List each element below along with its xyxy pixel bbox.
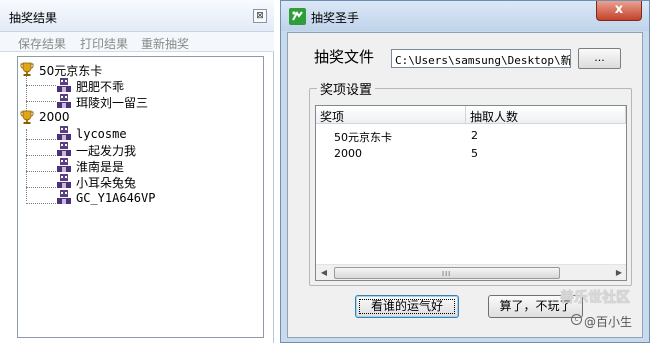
focus-ring <box>359 299 455 314</box>
count-cell[interactable]: 2 <box>471 129 478 142</box>
tree-connector <box>26 139 56 140</box>
tree-connector <box>26 155 56 156</box>
results-title: 抽奖结果 <box>9 11 58 25</box>
app-icon <box>289 8 306 25</box>
prize-settings-title: 奖项设置 <box>317 79 376 98</box>
user-icon <box>57 190 71 204</box>
browse-button[interactable]: ... <box>578 48 621 69</box>
winner-name: lycosme <box>76 127 127 141</box>
window-title: 抽奖圣手 <box>311 11 360 25</box>
results-panel: 抽奖结果 ⊠ 保存结果 打印结果 重新抽奖 50元京东卡 肥肥不乖 珥陵刘一留三… <box>0 0 274 343</box>
user-icon <box>57 142 71 156</box>
results-title-bar: 抽奖结果 ⊠ <box>0 0 274 32</box>
prize-cell[interactable]: 50元京东卡 <box>334 129 392 145</box>
user-icon <box>57 126 71 140</box>
tree-connector <box>26 187 56 188</box>
results-tree[interactable]: 50元京东卡 肥肥不乖 珥陵刘一留三 2000 lycosme 一起发力我 淮南… <box>17 56 264 338</box>
user-icon <box>57 158 71 172</box>
redraw-button[interactable]: 重新抽奖 <box>141 35 189 52</box>
tree-connector <box>26 101 56 102</box>
count-cell[interactable]: 5 <box>471 147 478 160</box>
save-results-button[interactable]: 保存结果 <box>18 35 66 52</box>
tree-group-label: 2000 <box>39 110 70 124</box>
watermark-text: 善乐世社区 <box>560 290 630 306</box>
file-label: 抽奖文件 <box>314 48 375 66</box>
column-header-prize[interactable]: 奖项 <box>316 106 466 124</box>
winner-name: GC_Y1A646VP <box>76 191 156 205</box>
scrollbar-thumb[interactable]: III <box>334 267 560 279</box>
tree-connector <box>26 203 56 204</box>
print-results-button[interactable]: 打印结果 <box>80 35 128 52</box>
scroll-grip: III <box>442 270 452 278</box>
trophy-icon <box>20 110 34 124</box>
tree-connector <box>26 171 56 172</box>
user-icon <box>57 94 71 108</box>
close-panel-button[interactable]: ⊠ <box>253 9 267 23</box>
user-icon <box>57 174 71 188</box>
scroll-right-icon[interactable]: ▶ <box>612 266 626 280</box>
tree-connector <box>26 85 56 86</box>
scroll-left-icon[interactable]: ◀ <box>317 266 331 280</box>
close-window-button[interactable]: x <box>596 1 642 21</box>
draw-lucky-button[interactable]: 看谁的运气好 <box>355 295 459 318</box>
file-path-input[interactable]: C:\Users\samsung\Desktop\新建 <box>391 49 571 68</box>
tree-connector <box>26 75 27 111</box>
column-header-count[interactable]: 抽取人数 <box>466 106 626 124</box>
results-toolbar: 保存结果 打印结果 重新抽奖 <box>0 32 274 52</box>
prize-list[interactable]: 奖项 抽取人数 50元京东卡 2 2000 5 ◀ III ▶ <box>315 105 627 281</box>
user-icon <box>57 78 71 92</box>
window-title-bar[interactable]: 抽奖圣手 x <box>281 1 649 31</box>
trophy-icon <box>20 62 34 76</box>
prize-cell[interactable]: 2000 <box>334 147 362 160</box>
close-icon: x <box>614 2 624 17</box>
horizontal-scrollbar[interactable]: ◀ III ▶ <box>316 264 626 280</box>
watermark-handle: @百小生 <box>584 315 633 329</box>
tree-item[interactable]: GC_Y1A646VP <box>56 189 246 207</box>
watermark-icon: c <box>571 314 582 325</box>
